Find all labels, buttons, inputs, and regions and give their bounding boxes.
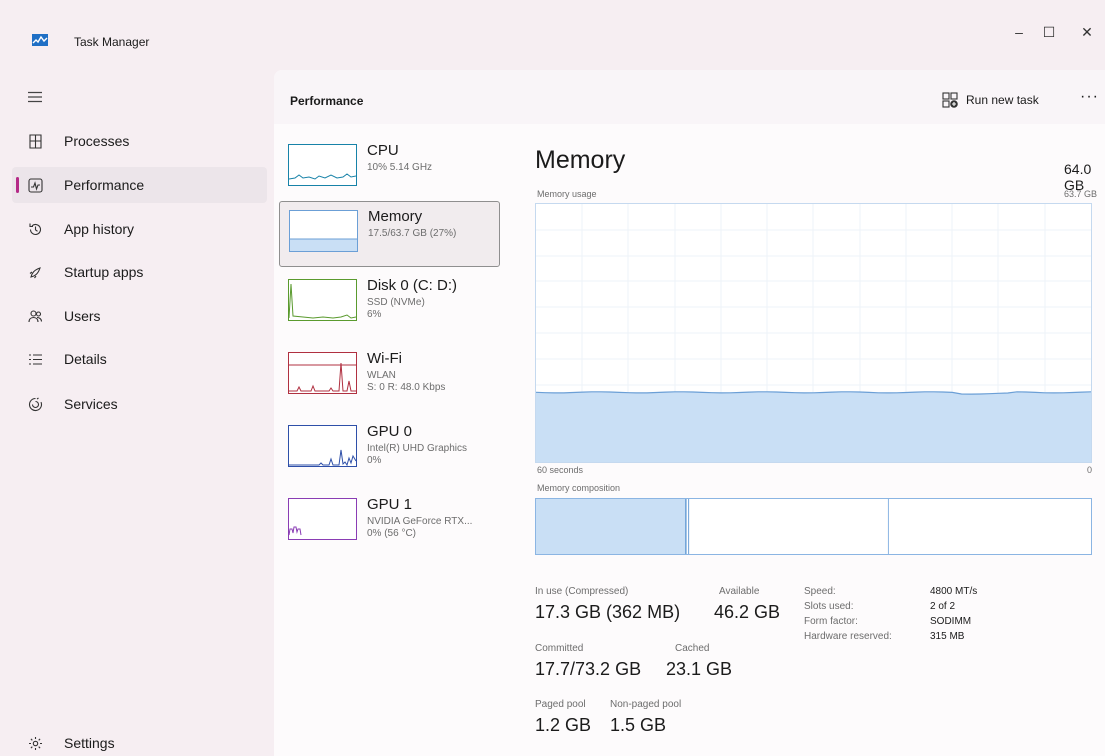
more-options-button[interactable]: ··· bbox=[1080, 88, 1099, 106]
run-task-icon bbox=[942, 92, 958, 108]
minimize-button[interactable]: – bbox=[1005, 22, 1033, 42]
page-header: Performance Run new task ··· bbox=[274, 70, 1105, 124]
sidebar-item-services[interactable]: Services bbox=[12, 386, 267, 422]
in-use-label: In use (Compressed) bbox=[535, 586, 629, 597]
resource-detail: WLAN bbox=[367, 370, 396, 381]
memory-composition-bar bbox=[535, 498, 1092, 555]
sidebar-item-startup-apps[interactable]: Startup apps bbox=[12, 254, 267, 290]
sidebar-item-settings[interactable]: Settings bbox=[12, 725, 267, 756]
disk-thumbnail-graph bbox=[288, 279, 357, 321]
resource-detail: Intel(R) UHD Graphics bbox=[367, 443, 468, 454]
sidebar-item-details[interactable]: Details bbox=[12, 341, 267, 377]
resource-item-gpu0[interactable]: GPU 0 Intel(R) UHD Graphics 0% bbox=[279, 417, 500, 483]
sidebar-item-app-history[interactable]: App history bbox=[12, 211, 267, 247]
main-panel: Performance Run new task ··· CPU 10% 5.1… bbox=[274, 70, 1105, 756]
memory-usage-graph bbox=[535, 203, 1092, 463]
resource-detail: 6% bbox=[367, 309, 382, 320]
sidebar-item-users[interactable]: Users bbox=[12, 298, 267, 334]
speed-value: 4800 MT/s bbox=[930, 586, 978, 597]
resource-detail: SSD (NVMe) bbox=[367, 297, 425, 308]
sidebar-item-label: Processes bbox=[64, 133, 130, 149]
sidebar-item-label: Services bbox=[64, 396, 118, 412]
memory-usage-max: 63.7 GB bbox=[1064, 189, 1098, 199]
active-indicator bbox=[16, 177, 19, 193]
services-icon bbox=[27, 396, 43, 412]
run-new-task-label: Run new task bbox=[966, 93, 1039, 107]
resource-item-disk[interactable]: Disk 0 (C: D:) SSD (NVMe) 6% bbox=[279, 271, 500, 337]
memory-usage-area bbox=[536, 391, 1091, 462]
resource-detail: 10% 5.14 GHz bbox=[367, 162, 433, 173]
sidebar-item-label: Performance bbox=[64, 177, 145, 193]
composition-in-use-segment bbox=[536, 499, 686, 554]
task-manager-logo-icon bbox=[32, 33, 48, 46]
resource-name: CPU bbox=[367, 142, 399, 159]
in-use-value: 17.3 GB (362 MB) bbox=[535, 602, 681, 622]
resource-item-memory[interactable]: Memory 17.5/63.7 GB (27%) bbox=[279, 201, 500, 267]
paged-pool-value: 1.2 GB bbox=[535, 715, 592, 735]
available-label: Available bbox=[719, 586, 760, 597]
committed-value: 17.7/73.2 GB bbox=[535, 659, 642, 679]
sidebar-item-label: Details bbox=[64, 351, 107, 367]
cached-label: Cached bbox=[675, 643, 710, 654]
startup-icon bbox=[27, 264, 43, 280]
memory-usage-label: Memory usage bbox=[537, 189, 597, 199]
details-icon bbox=[27, 351, 43, 367]
sidebar-item-label: App history bbox=[64, 221, 135, 237]
history-icon bbox=[27, 221, 43, 237]
sidebar-item-label: Settings bbox=[64, 735, 115, 751]
form-factor-label: Form factor: bbox=[804, 616, 858, 627]
resource-name: GPU 0 bbox=[367, 423, 413, 440]
gpu1-thumbnail-graph bbox=[288, 498, 357, 540]
resource-name: Wi-Fi bbox=[367, 350, 402, 367]
sidebar-item-label: Startup apps bbox=[64, 264, 144, 280]
form-factor-value: SODIMM bbox=[930, 616, 972, 627]
resource-item-cpu[interactable]: CPU 10% 5.14 GHz bbox=[279, 136, 500, 202]
resource-item-wifi[interactable]: Wi-Fi WLAN S: 0 R: 48.0 Kbps bbox=[279, 344, 500, 410]
hamburger-icon[interactable] bbox=[28, 90, 42, 103]
time-axis-end-label: 0 bbox=[1087, 465, 1093, 475]
speed-label: Speed: bbox=[804, 586, 836, 597]
resource-detail: 0% (56 °C) bbox=[367, 528, 417, 539]
resource-detail: 0% bbox=[367, 455, 382, 466]
close-button[interactable]: ✕ bbox=[1073, 22, 1101, 42]
cpu-thumbnail-graph bbox=[288, 144, 357, 186]
resource-name: Disk 0 (C: D:) bbox=[367, 277, 457, 294]
resource-detail: 17.5/63.7 GB (27%) bbox=[368, 228, 457, 239]
page-title: Performance bbox=[290, 94, 364, 108]
paged-pool-label: Paged pool bbox=[535, 699, 586, 710]
sidebar-item-processes[interactable]: Processes bbox=[12, 123, 267, 159]
committed-label: Committed bbox=[535, 643, 584, 654]
resource-detail: S: 0 R: 48.0 Kbps bbox=[367, 382, 446, 393]
memory-composition-label: Memory composition bbox=[537, 483, 621, 493]
resource-name: Memory bbox=[368, 208, 423, 225]
slots-used-label: Slots used: bbox=[804, 601, 854, 612]
non-paged-pool-label: Non-paged pool bbox=[610, 699, 682, 710]
users-icon bbox=[27, 308, 43, 324]
gear-icon bbox=[27, 735, 43, 751]
cached-value: 23.1 GB bbox=[666, 659, 733, 679]
resource-name: GPU 1 bbox=[367, 496, 413, 513]
wifi-thumbnail-graph bbox=[288, 352, 357, 394]
maximize-button[interactable]: ☐ bbox=[1035, 22, 1063, 42]
run-new-task-button[interactable]: Run new task bbox=[942, 89, 1039, 111]
detail-title: Memory bbox=[535, 146, 626, 174]
hardware-reserved-label: Hardware reserved: bbox=[804, 631, 892, 642]
sidebar-item-performance[interactable]: Performance bbox=[12, 167, 267, 203]
performance-icon bbox=[27, 177, 43, 193]
title-bar: Task Manager – ☐ ✕ bbox=[0, 0, 1105, 70]
sidebar-item-label: Users bbox=[64, 308, 101, 324]
non-paged-pool-value: 1.5 GB bbox=[610, 715, 667, 735]
slots-used-value: 2 of 2 bbox=[930, 601, 956, 612]
resource-detail: NVIDIA GeForce RTX... bbox=[367, 516, 473, 527]
memory-thumbnail-graph bbox=[289, 210, 358, 252]
window-title: Task Manager bbox=[74, 35, 150, 49]
time-axis-start-label: 60 seconds bbox=[537, 465, 584, 475]
processes-icon bbox=[27, 133, 43, 149]
gpu0-thumbnail-graph bbox=[288, 425, 357, 467]
available-value: 46.2 GB bbox=[714, 602, 781, 622]
hardware-reserved-value: 315 MB bbox=[930, 631, 965, 642]
resource-item-gpu1[interactable]: GPU 1 NVIDIA GeForce RTX... 0% (56 °C) bbox=[279, 490, 500, 556]
